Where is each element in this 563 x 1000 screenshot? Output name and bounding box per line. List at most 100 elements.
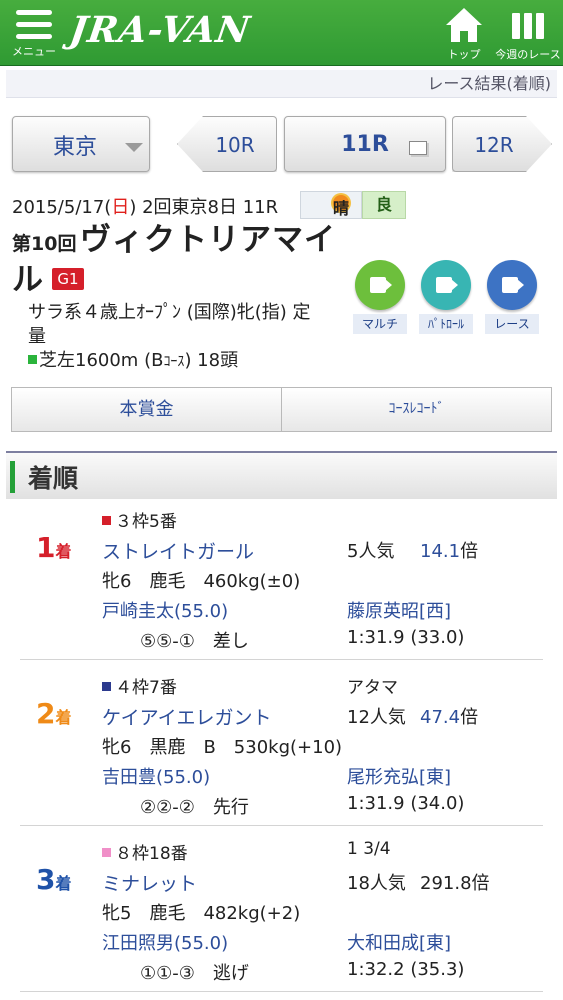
video-camera-icon — [370, 277, 392, 293]
race-edition: 第10回 — [12, 233, 77, 255]
trainer-link[interactable]: 藤原英昭[西] — [347, 597, 451, 623]
dropdown-arrow-icon — [125, 143, 143, 152]
horse-details: 牝6 黒鹿 B 530kg(+10) — [102, 737, 343, 758]
video-button[interactable]: レース — [485, 260, 539, 334]
finish-number: 2 — [36, 697, 56, 730]
course-end: ) 18頭 — [184, 350, 239, 371]
frame-label: ４枠7番 — [115, 678, 177, 698]
hamburger-icon — [16, 10, 52, 40]
trainer-link[interactable]: 大和田成[東] — [347, 929, 451, 955]
next-race-label: 12R — [474, 133, 514, 157]
frame-color-icon — [102, 682, 111, 691]
results-section-header: 着順 — [6, 451, 557, 499]
menu-button[interactable]: メニュー — [8, 6, 60, 62]
popularity: 12人気 — [347, 707, 406, 728]
turf-marker-icon — [28, 355, 37, 364]
top-label: トップ — [447, 48, 481, 61]
frame-label: ３枠5番 — [115, 512, 177, 532]
row-divider — [20, 991, 543, 992]
finish-suffix: 着 — [55, 874, 72, 893]
odds: 47.4倍 — [420, 703, 478, 729]
corner-positions: ①①-③ 逃げ — [140, 963, 249, 984]
video-button-label: レース — [485, 314, 539, 334]
prev-race-button[interactable]: 10R — [177, 116, 277, 172]
finish-position: 2着 — [36, 697, 72, 730]
finish-time: 1:31.9 (34.0) — [347, 793, 465, 814]
course-small: ｺｰｽ — [163, 354, 185, 370]
section-accent — [10, 461, 15, 493]
track-condition: 良 — [362, 191, 406, 219]
prize-money-button[interactable]: 本賞金 — [12, 388, 281, 431]
finish-number: 1 — [36, 531, 56, 564]
course-main: 芝左1600m (B — [39, 350, 164, 371]
video-button-circle — [487, 260, 537, 310]
result-row: 3着 ８枠18番 1 3/4 ミナレット 18人気 291.8倍牝5 鹿毛 482kg(+… — [0, 838, 563, 1000]
race-conditions-cont: 量 — [28, 326, 46, 347]
popularity: 18人気 — [347, 873, 406, 894]
horse-name-link[interactable]: ケイアイエレガント — [102, 703, 271, 730]
jockey-link[interactable]: 江田照男(55.0) — [102, 929, 228, 955]
video-button-label: マルチ — [353, 314, 407, 334]
venue-value: 東京 — [53, 135, 98, 160]
odds: 14.1倍 — [420, 537, 478, 563]
jockey-link[interactable]: 吉田豊(55.0) — [102, 763, 210, 789]
next-race-button[interactable]: 12R — [452, 116, 552, 172]
margin: 1 3/4 — [347, 839, 391, 859]
finish-suffix: 着 — [55, 708, 72, 727]
odds: 291.8倍 — [420, 869, 490, 895]
prev-race-label: 10R — [215, 133, 255, 157]
jra-van-logo[interactable]: JRA-VAN — [67, 9, 253, 51]
odds-value: 291.8 — [420, 873, 472, 894]
video-button-circle — [355, 260, 405, 310]
result-row: 1着 ３枠5番 ストレイトガール 5人気 14.1倍 牝6 鹿毛 460kg(±0) 戸崎圭… — [0, 506, 563, 672]
this-week-races-button[interactable]: 今週のレース — [493, 6, 563, 62]
video-camera-icon — [502, 277, 524, 293]
frame-number: ８枠18番 — [102, 839, 188, 864]
home-icon — [446, 8, 482, 42]
top-button[interactable]: トップ — [440, 6, 488, 62]
corner-positions: ②②-② 先行 — [140, 797, 249, 818]
result-row: 2着 ４枠7番 アタマケイアイエレガント 12人気 47.4倍牝6 黒鹿 B 530kg… — [0, 672, 563, 838]
section-title: 着順 — [28, 464, 79, 493]
frame-color-icon — [102, 848, 111, 857]
grade-badge: G1 — [52, 268, 84, 290]
margin: アタマ — [347, 678, 398, 698]
current-race-button[interactable]: 11R — [284, 116, 446, 172]
race-list-icon — [409, 141, 427, 155]
finish-position: 3着 — [36, 863, 72, 896]
course-record-button[interactable]: ｺｰｽﾚｺｰﾄﾞ — [281, 388, 551, 431]
finish-number: 3 — [36, 863, 56, 896]
frame-number: ４枠7番 — [102, 673, 177, 698]
finish-time: 1:31.9 (33.0) — [347, 627, 465, 648]
race-conditions: サラ系４歳上ｵｰﾌﾟﾝ (国際)牝(指) 定 — [28, 302, 311, 323]
popularity: 5人気 — [347, 541, 395, 562]
frame-label: ８枠18番 — [115, 844, 188, 864]
odds-value: 47.4 — [420, 707, 461, 728]
odds-suffix: 倍 — [471, 873, 490, 894]
video-button-label: ﾊﾟﾄﾛｰﾙ — [419, 314, 473, 334]
row-divider — [20, 659, 543, 660]
odds-value: 14.1 — [420, 541, 461, 562]
video-button-circle — [421, 260, 471, 310]
course-info: 芝左1600m (Bｺｰｽ) 18頭 — [28, 346, 238, 372]
app-header: メニュー JRA-VAN トップ 今週のレース — [0, 0, 563, 66]
horse-details: 牝5 鹿毛 482kg(+2) — [102, 903, 301, 924]
frame-number: ３枠5番 — [102, 507, 177, 532]
race-result-link[interactable]: レース結果(着順) — [6, 70, 557, 98]
trainer-link[interactable]: 尾形充弘[東] — [347, 763, 451, 789]
columns-icon — [512, 13, 544, 39]
menu-label: メニュー — [12, 45, 56, 58]
horse-name-link[interactable]: ストレイトガール — [102, 537, 254, 564]
row-divider — [20, 825, 543, 826]
this-week-label: 今週のレース — [495, 48, 561, 61]
race-name: ヴィクトリアマイ — [80, 222, 336, 258]
video-button[interactable]: ﾊﾟﾄﾛｰﾙ — [419, 260, 473, 334]
info-buttons: 本賞金 ｺｰｽﾚｺｰﾄﾞ — [11, 387, 552, 432]
finish-time: 1:32.2 (35.3) — [347, 959, 465, 980]
jockey-link[interactable]: 戸崎圭太(55.0) — [102, 597, 228, 623]
finish-position: 1着 — [36, 531, 72, 564]
horse-name-link[interactable]: ミナレット — [102, 869, 197, 896]
video-button[interactable]: マルチ — [353, 260, 407, 334]
video-camera-icon — [436, 277, 458, 293]
venue-select[interactable]: 東京 — [12, 116, 150, 172]
